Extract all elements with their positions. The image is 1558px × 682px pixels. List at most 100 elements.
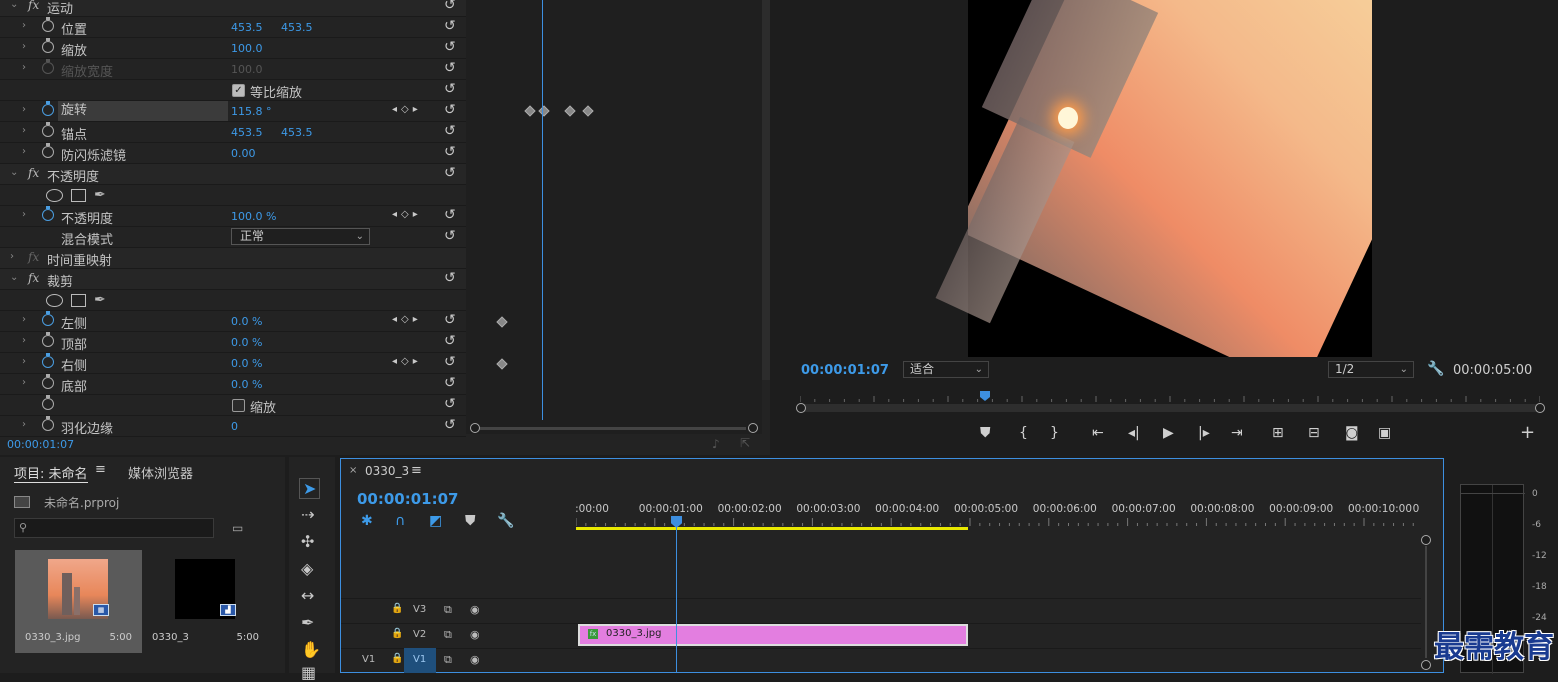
keyframe-nav-icon[interactable]: ◂◇▸ [392,314,422,325]
stopwatch-icon[interactable] [42,122,54,137]
chevron-right-icon[interactable]: › [22,41,26,52]
reset-icon[interactable]: ↺ [444,18,456,34]
keyframe-nav-icon[interactable]: ◂◇▸ [392,356,422,367]
reset-icon[interactable]: ↺ [444,0,456,13]
scrollbar[interactable] [762,0,770,380]
effect-row[interactable]: › 位置 453.5 453.5 ↺ [0,17,466,38]
checkbox[interactable]: ✓ [232,84,245,97]
source-patch[interactable]: V1 [362,654,375,665]
stopwatch-icon[interactable] [42,353,54,368]
timeline-zoom-left[interactable] [470,423,480,433]
audio-icon[interactable]: ♪ [712,437,720,451]
reset-icon[interactable]: ↺ [444,60,456,76]
wrench-icon[interactable]: 🔧 [1427,361,1444,377]
effect-row[interactable]: › 锚点 453.5 453.5 ↺ [0,122,466,143]
property-value[interactable]: 0 [231,420,238,433]
pen-icon[interactable]: ✒ [301,613,314,632]
property-value[interactable]: 0.0 % [231,315,262,328]
effect-row[interactable]: ⌄ fx 裁剪 ↺ [0,269,466,290]
effect-row[interactable]: › 左侧 0.0 % ◂◇▸ ↺ [0,311,466,332]
insert-icon[interactable]: ⊞ [1272,425,1284,441]
search-input[interactable]: ⚲ [14,518,214,538]
property-value[interactable]: 100.0 [231,42,263,55]
close-icon[interactable]: × [349,465,357,476]
property-value[interactable]: 100.0 [231,63,263,76]
reset-icon[interactable]: ↺ [444,102,456,118]
lock-icon[interactable]: 🔒 [391,653,403,664]
chevron-right-icon[interactable]: › [22,125,26,136]
menu-icon[interactable]: ≡ [411,463,422,478]
stopwatch-icon[interactable] [42,311,54,326]
snap-icon[interactable]: ∩ [395,513,405,529]
menu-icon[interactable]: ≡ [95,462,106,477]
chevron-right-icon[interactable]: › [22,62,26,73]
fx-icon[interactable]: fx [28,250,39,264]
scroll-handle-bottom[interactable] [1421,660,1431,670]
fit-dropdown[interactable]: 适合 ⌄ [903,361,989,378]
ripple-edit-icon[interactable]: ✣ [301,532,314,551]
hand-icon[interactable]: ✋ [301,640,321,659]
compare-icon[interactable]: ▣ [1378,425,1391,441]
linked-selection-icon[interactable]: ◩ [429,513,442,529]
project-item[interactable]: ▦ 0330_3.jpg 5:00 [15,550,142,653]
track-name[interactable]: V1 [413,654,426,665]
keyframe-nav-icon[interactable]: ◂◇▸ [392,209,422,220]
property-value-2[interactable]: 453.5 [281,126,313,139]
step-forward-icon[interactable]: |▸ [1198,425,1210,441]
fx-icon[interactable]: fx [28,271,39,285]
keyframe-nav-icon[interactable]: ◂◇▸ [392,104,422,115]
eye-icon[interactable]: ◉ [470,653,480,666]
sync-icon[interactable]: ⧉ [444,628,452,642]
sequence-tab[interactable]: 0330_3 [365,464,409,478]
track-name[interactable]: V2 [413,629,426,640]
camera-icon[interactable]: ◙ [1345,425,1359,441]
timeline-clip[interactable]: fx 0330_3.jpg [578,624,968,646]
keyframe[interactable] [524,105,536,117]
pen-mask-icon[interactable]: ✒ [94,187,106,203]
tab-media-browser[interactable]: 媒体浏览器 [128,463,193,482]
track-name[interactable]: V3 [413,604,426,615]
property-value[interactable]: 0.0 % [231,357,262,370]
effect-row[interactable]: 缩放 ↺ [0,395,466,416]
effect-playhead[interactable] [542,0,543,420]
program-timecode[interactable]: 00:00:01:07 [801,363,889,378]
chevron-icon[interactable]: › [10,251,14,262]
add-button-icon[interactable]: + [1520,422,1535,443]
reset-icon[interactable]: ↺ [444,333,456,349]
chevron-right-icon[interactable]: › [22,314,26,325]
mark-out-icon[interactable]: } [1050,425,1059,441]
reset-icon[interactable]: ↺ [444,396,456,412]
stopwatch-icon[interactable] [42,374,54,389]
chevron-icon[interactable]: ⌄ [10,0,18,10]
timeline-zoom-right[interactable] [748,423,758,433]
effect-row[interactable]: 混合模式 正常 ⌄ ↺ [0,227,466,248]
property-value[interactable]: 453.5 [231,126,263,139]
reset-icon[interactable]: ↺ [444,144,456,160]
selection-tool-icon[interactable]: ➤ [299,478,321,499]
reset-icon[interactable]: ↺ [444,312,456,328]
effect-row[interactable]: ⌄ fx 运动 ↺ [0,0,466,17]
effect-row[interactable]: › fx 时间重映射 [0,248,466,269]
timeline-playhead[interactable] [676,518,677,673]
export-icon[interactable]: ⇱ [740,436,750,450]
mark-in-icon[interactable]: { [1019,425,1028,441]
property-value-2[interactable]: 453.5 [281,21,313,34]
sync-icon[interactable]: ⧉ [444,603,452,617]
go-to-in-icon[interactable]: ⇤ [1092,425,1104,441]
resolution-dropdown[interactable]: 1/2 ⌄ [1328,361,1414,378]
blend-mode-select[interactable]: 正常 ⌄ [231,228,370,245]
nest-icon[interactable]: ✱ [361,513,373,529]
chevron-right-icon[interactable]: › [22,377,26,388]
work-area-bar[interactable] [576,527,968,530]
pen-mask-icon[interactable]: ✒ [94,292,106,308]
sequence-timecode[interactable]: 00:00:01:07 [357,490,459,508]
chevron-icon[interactable]: ⌄ [10,167,18,178]
effect-row[interactable]: › 缩放 100.0 ↺ [0,38,466,59]
stopwatch-icon[interactable] [42,17,54,32]
reset-icon[interactable]: ↺ [444,375,456,391]
add-marker-icon[interactable]: ⛊ [980,425,991,441]
reset-icon[interactable]: ↺ [444,39,456,55]
keyframe[interactable] [538,105,550,117]
wrench-icon[interactable]: 🔧 [497,513,514,529]
razor-icon[interactable]: ◈ [301,559,313,578]
